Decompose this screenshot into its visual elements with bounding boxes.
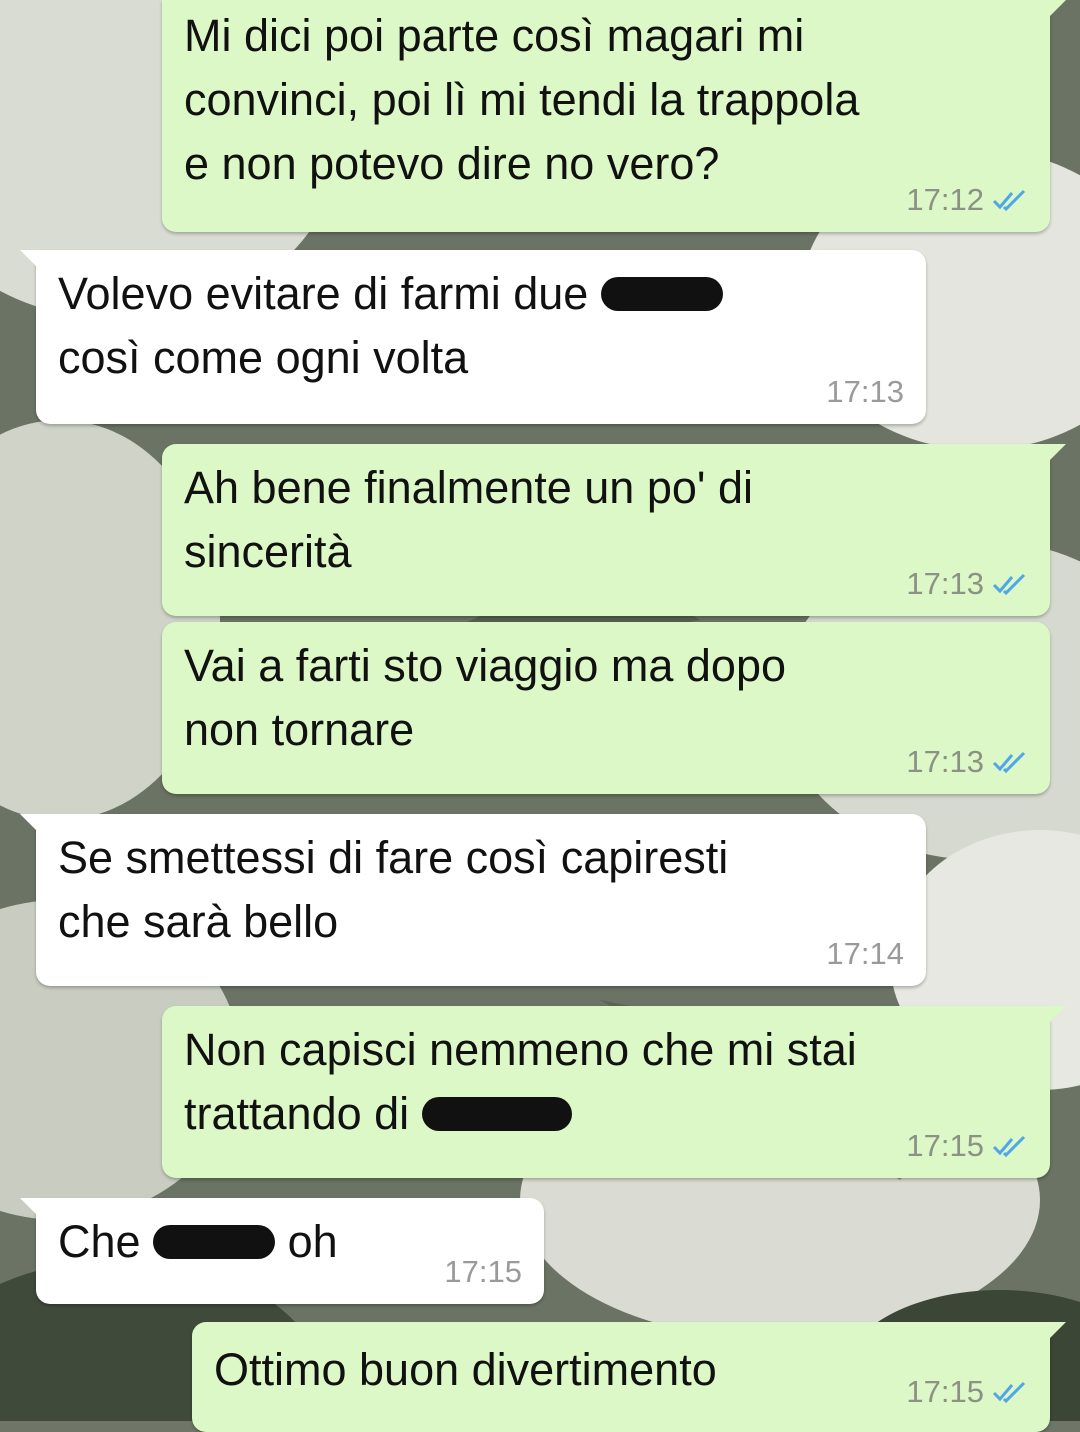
message-text: Che oh [58,1210,338,1274]
read-receipt-icon [992,189,1026,212]
read-receipt-icon [992,751,1026,774]
message-text: Se smettessi di fare così capiresti che … [58,832,729,947]
message-time: 17:13 [906,566,984,601]
message-meta: 17:13 [826,374,904,410]
redaction-mark [600,277,723,312]
message-time: 17:15 [906,1128,984,1163]
message-text: Ottimo buon divertimento [214,1344,717,1395]
message-time: 17:15 [906,1374,984,1409]
message-bubble-outgoing[interactable]: Ottimo buon divertimento 17:15 [192,1322,1066,1432]
read-receipt-icon [992,573,1026,596]
message-bubble-incoming[interactable]: Se smettessi di fare così capiresti che … [20,814,926,986]
message-meta: 17:14 [826,936,904,972]
message-text: Ah bene finalmente un po' di sincerità [184,462,754,577]
message-text-part: Volevo evitare di farmi due [58,268,601,319]
message-time: 17:14 [826,936,904,971]
message-time: 17:15 [444,1254,522,1289]
message-text: Volevo evitare di farmi due così come og… [58,262,723,390]
message-bubble-outgoing[interactable]: Mi dici poi parte così magari mi convinc… [162,0,1066,232]
redaction-mark [153,1225,276,1260]
message-text: Vai a farti sto viaggio ma dopo non torn… [184,640,787,755]
message-time: 17:12 [906,182,984,217]
read-receipt-icon [992,1135,1026,1158]
message-meta: 17:13 [906,566,1028,602]
message-bubble-outgoing[interactable]: Ah bene finalmente un po' di sincerità 1… [162,444,1066,616]
message-meta: 17:12 [906,182,1028,218]
message-text: Non capisci nemmeno che mi stai trattand… [184,1018,857,1146]
message-meta: 17:13 [906,744,1028,780]
message-time: 17:13 [906,744,984,779]
message-bubble-incoming[interactable]: Che oh 17:15 [20,1198,544,1304]
message-text-part: Che [58,1216,154,1267]
message-meta: 17:15 [444,1254,522,1290]
message-time: 17:13 [826,374,904,409]
message-bubble-outgoing[interactable]: Vai a farti sto viaggio ma dopo non torn… [162,622,1050,794]
message-text-part: così come ogni volta [58,332,469,383]
message-meta: 17:15 [906,1374,1028,1410]
message-text: Mi dici poi parte così magari mi convinc… [184,10,860,189]
read-receipt-icon [992,1381,1026,1404]
message-bubble-incoming[interactable]: Volevo evitare di farmi due così come og… [20,250,926,424]
redaction-mark [421,1097,572,1132]
message-meta: 17:15 [906,1128,1028,1164]
message-text-part: oh [275,1216,338,1267]
message-bubble-outgoing[interactable]: Non capisci nemmeno che mi stai trattand… [162,1006,1066,1178]
